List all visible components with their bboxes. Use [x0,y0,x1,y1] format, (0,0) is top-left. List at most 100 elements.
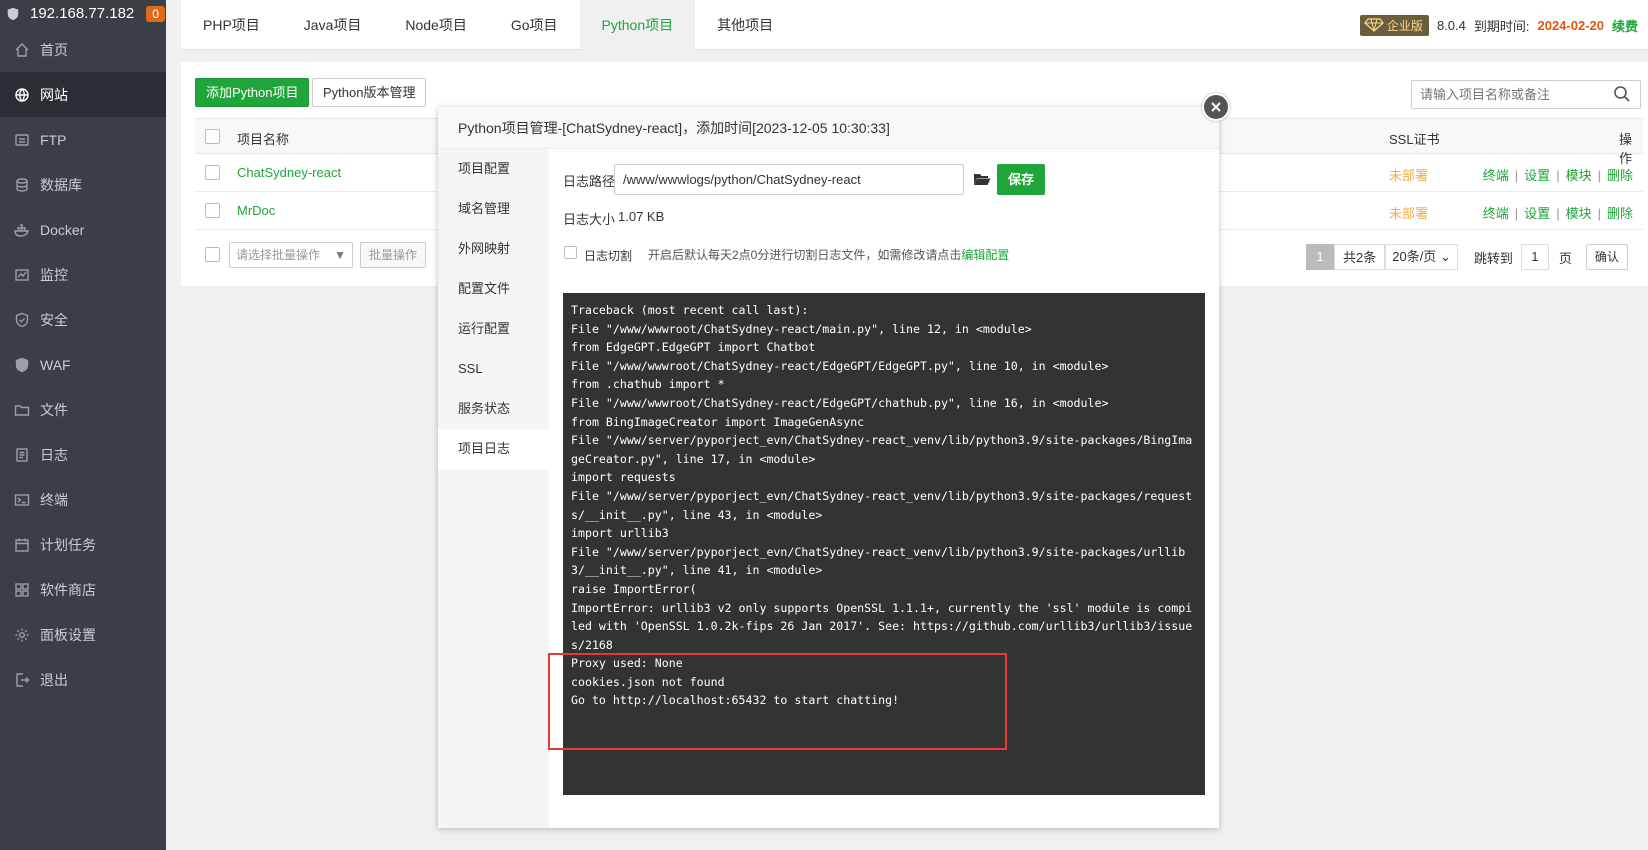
ssl-status[interactable]: 未部署 [1389,203,1428,222]
current-page[interactable]: 1 [1306,244,1334,270]
sidebar-item-label: 数据库 [40,176,82,193]
expire-label: 到期时间: [1473,18,1530,34]
page-unit: 页 [1558,250,1572,266]
sidebar-item-9[interactable]: 日志 [0,432,166,477]
dialog-menu-item-7[interactable]: 项目日志 [438,429,549,469]
sidebar-item-8[interactable]: 文件 [0,387,166,432]
project-name-link[interactable]: ChatSydney-react [237,165,341,180]
jump-input[interactable]: 1 [1520,244,1549,270]
tab-1[interactable]: Java项目 [282,0,384,50]
folder-open-icon[interactable] [973,171,991,187]
jump-confirm-button[interactable]: 确认 [1585,244,1628,270]
log-cut-tip: 开启后默认每天2点0分进行切割日志文件，如需修改请点击编辑配置 [648,246,1009,263]
chevron-down-icon: ▼ [334,248,346,262]
settings-link[interactable]: 设置 [1524,206,1550,221]
tab-5[interactable]: 其他项目 [695,0,795,50]
log-console[interactable]: Traceback (most recent call last): File … [563,293,1205,795]
python-version-button[interactable]: Python版本管理 [312,78,427,107]
project-search-input[interactable] [1411,80,1641,109]
chevron-down-icon: ⌄ [1439,249,1451,264]
ssl-status[interactable]: 未部署 [1389,165,1428,184]
sidebar-item-label: 网站 [40,86,68,103]
dialog-menu-item-0[interactable]: 项目配置 [438,149,549,189]
tab-2[interactable]: Node项目 [383,0,488,50]
globe-icon [14,87,30,103]
docker-icon [14,222,30,238]
server-brand: 192.168.77.182 0 [0,0,166,27]
delete-link[interactable]: 删除 [1607,206,1633,221]
sidebar-item-12[interactable]: 软件商店 [0,567,166,612]
sidebar-item-4[interactable]: Docker [0,207,166,252]
sidebar: 192.168.77.182 0 首页网站 FTP 数据库 Docker 监控安全 WAF… [0,0,166,850]
log-icon [14,447,30,463]
search-icon[interactable] [1613,85,1631,103]
sidebar-item-1[interactable]: 网站 [0,72,166,117]
per-page-value: 20条/页 [1392,249,1437,264]
log-path-input[interactable]: /www/wwwlogs/python/ChatSydney-react [614,164,964,195]
sidebar-item-13[interactable]: 面板设置 [0,612,166,657]
log-cut-label: 日志切割 [584,249,633,263]
sidebar-item-label: 终端 [40,491,68,508]
version-text: 8.0.4 [1436,17,1466,33]
footer-select-checkbox[interactable] [205,247,220,262]
sidebar-item-label: 监控 [40,266,68,283]
row-checkbox[interactable] [205,165,220,180]
dialog-menu-item-5[interactable]: SSL [438,349,549,389]
log-size-label: 日志大小 [563,212,616,227]
log-cut-checkbox[interactable] [564,246,577,259]
per-page-select[interactable]: 20条/页 ⌄ [1385,244,1458,270]
settings-link[interactable]: 设置 [1524,168,1550,183]
total-count: 共2条 [1334,244,1386,270]
tab-4[interactable]: Python项目 [579,0,696,50]
sidebar-item-2[interactable]: FTP [0,117,166,162]
dialog-menu-item-6[interactable]: 服务状态 [438,389,549,429]
edit-config-link[interactable]: 编辑配置 [961,248,1009,262]
renew-link[interactable]: 续费 [1612,16,1638,35]
module-link[interactable]: 模块 [1566,206,1592,221]
dialog-menu-item-2[interactable]: 外网映射 [438,229,549,269]
tab-0[interactable]: PHP项目 [181,0,282,50]
sidebar-item-label: 退出 [40,671,68,688]
dialog-title: Python项目管理-[ChatSydney-react]，添加时间[2023-… [438,107,1219,149]
sidebar-item-label: FTP [40,131,67,148]
sidebar-item-14[interactable]: 退出 [0,657,166,702]
dialog-menu-item-1[interactable]: 域名管理 [438,189,549,229]
log-size-value: 1.07 KB [618,209,665,224]
sidebar-item-label: 首页 [40,41,68,58]
tab-3[interactable]: Go项目 [489,0,580,50]
add-python-project-button[interactable]: 添加Python项目 [195,78,310,107]
module-link[interactable]: 模块 [1566,168,1592,183]
edition-badge[interactable]: 企业版 [1359,14,1429,36]
sidebar-item-3[interactable]: 数据库 [0,162,166,207]
alert-badge[interactable]: 0 [146,5,165,22]
batch-button[interactable]: 批量操作 [360,242,427,268]
ftp-icon [14,132,30,148]
sidebar-item-label: 面板设置 [40,626,96,643]
apps-icon [14,582,30,598]
sidebar-item-label: 安全 [40,311,68,328]
sidebar-item-6[interactable]: 安全 [0,297,166,342]
sidebar-item-label: WAF [40,356,71,373]
batch-select[interactable]: 请选择批量操作 ▼ [229,242,353,268]
row-checkbox[interactable] [205,203,220,218]
jump-label: 跳转到 [1473,250,1513,266]
sidebar-item-10[interactable]: 终端 [0,477,166,522]
sidebar-item-7[interactable]: WAF [0,342,166,387]
select-all-checkbox[interactable] [205,129,220,144]
sidebar-item-11[interactable]: 计划任务 [0,522,166,567]
dialog-menu-item-3[interactable]: 配置文件 [438,269,549,309]
dialog-menu-item-4[interactable]: 运行配置 [438,309,549,349]
server-ip: 192.168.77.182 [30,5,135,22]
sidebar-item-0[interactable]: 首页 [0,27,166,72]
terminal-link[interactable]: 终端 [1483,168,1509,183]
terminal-link[interactable]: 终端 [1483,206,1509,221]
gear-icon [14,627,30,643]
close-button[interactable] [1202,93,1230,121]
sidebar-item-5[interactable]: 监控 [0,252,166,297]
delete-link[interactable]: 删除 [1607,168,1633,183]
save-button[interactable]: 保存 [997,164,1046,195]
top-tab-bar: PHP项目 Java项目 Node项目 Go项目 Python项目 其他项目 企业版 8.… [181,0,1648,50]
waf-icon [14,357,30,373]
dialog-menu: 项目配置 域名管理 外网映射 配置文件 运行配置 SSL 服务状态 项目日志 [438,149,549,828]
project-name-link[interactable]: MrDoc [237,203,275,218]
